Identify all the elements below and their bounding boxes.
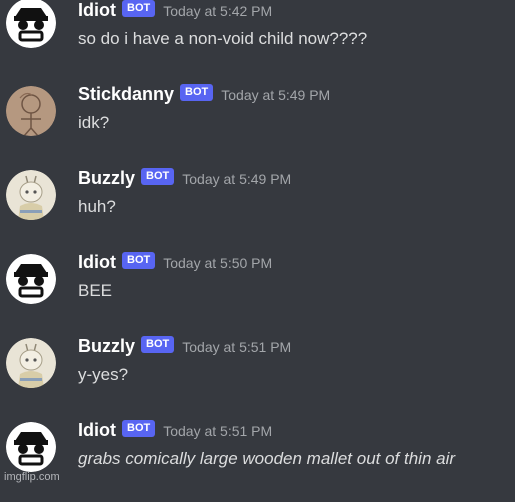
message-text: so do i have a non-void child now???? xyxy=(78,29,368,48)
buzzly-bee-icon[interactable] xyxy=(6,170,56,220)
message: Stickdanny BOT Today at 5:49 PM idk? xyxy=(0,84,515,166)
timestamp: Today at 5:51 PM xyxy=(182,338,292,355)
buzzly-bee-icon[interactable] xyxy=(6,338,56,388)
bot-badge: BOT xyxy=(180,84,214,101)
message-header: Idiot BOT Today at 5:42 PM xyxy=(78,0,272,24)
timestamp: Today at 5:51 PM xyxy=(163,422,273,439)
stickdanny-sketch-icon[interactable] xyxy=(6,86,56,136)
idiot-face-icon[interactable] xyxy=(6,422,56,472)
message: Idiot BOT Today at 5:51 PM grabs comically… xyxy=(0,420,515,502)
message-text: y-yes? xyxy=(78,365,129,384)
bot-badge: BOT xyxy=(141,336,175,353)
message: Idiot BOT Today at 5:50 PM BEE xyxy=(0,252,515,334)
author-name[interactable]: Buzzly xyxy=(78,336,135,356)
author-name[interactable]: Idiot xyxy=(78,0,116,20)
chat-log: Idiot BOT Today at 5:42 PM so do i have a … xyxy=(0,0,515,485)
timestamp: Today at 5:49 PM xyxy=(182,170,292,187)
timestamp: Today at 5:50 PM xyxy=(163,254,273,271)
message: Idiot BOT Today at 5:42 PM so do i have a … xyxy=(0,0,515,82)
message-text: huh? xyxy=(78,197,116,216)
bot-badge: BOT xyxy=(122,420,156,437)
imgflip-watermark: imgflip.com xyxy=(4,471,60,483)
author-name[interactable]: Idiot xyxy=(78,252,116,272)
message: Buzzly BOT Today at 5:51 PM y-yes? xyxy=(0,336,515,418)
idiot-face-icon[interactable] xyxy=(6,0,56,48)
message: Buzzly BOT Today at 5:49 PM huh? xyxy=(0,168,515,250)
message-text: idk? xyxy=(78,113,110,132)
message-text: BEE xyxy=(78,281,113,300)
message-header: Idiot BOT Today at 5:51 PM xyxy=(78,420,272,444)
timestamp: Today at 5:49 PM xyxy=(221,86,331,103)
message-text: grabs comically large wooden mallet out … xyxy=(78,449,456,468)
message-header: Buzzly BOT Today at 5:49 PM xyxy=(78,168,291,192)
message-header: Stickdanny BOT Today at 5:49 PM xyxy=(78,84,330,108)
idiot-face-icon[interactable] xyxy=(6,254,56,304)
message-header: Idiot BOT Today at 5:50 PM xyxy=(78,252,272,276)
bot-badge: BOT xyxy=(122,0,156,17)
author-name[interactable]: Idiot xyxy=(78,420,116,440)
author-name[interactable]: Buzzly xyxy=(78,168,135,188)
bot-badge: BOT xyxy=(141,168,175,185)
timestamp: Today at 5:42 PM xyxy=(163,2,273,19)
author-name[interactable]: Stickdanny xyxy=(78,84,174,104)
message-header: Buzzly BOT Today at 5:51 PM xyxy=(78,336,291,360)
bot-badge: BOT xyxy=(122,252,156,269)
